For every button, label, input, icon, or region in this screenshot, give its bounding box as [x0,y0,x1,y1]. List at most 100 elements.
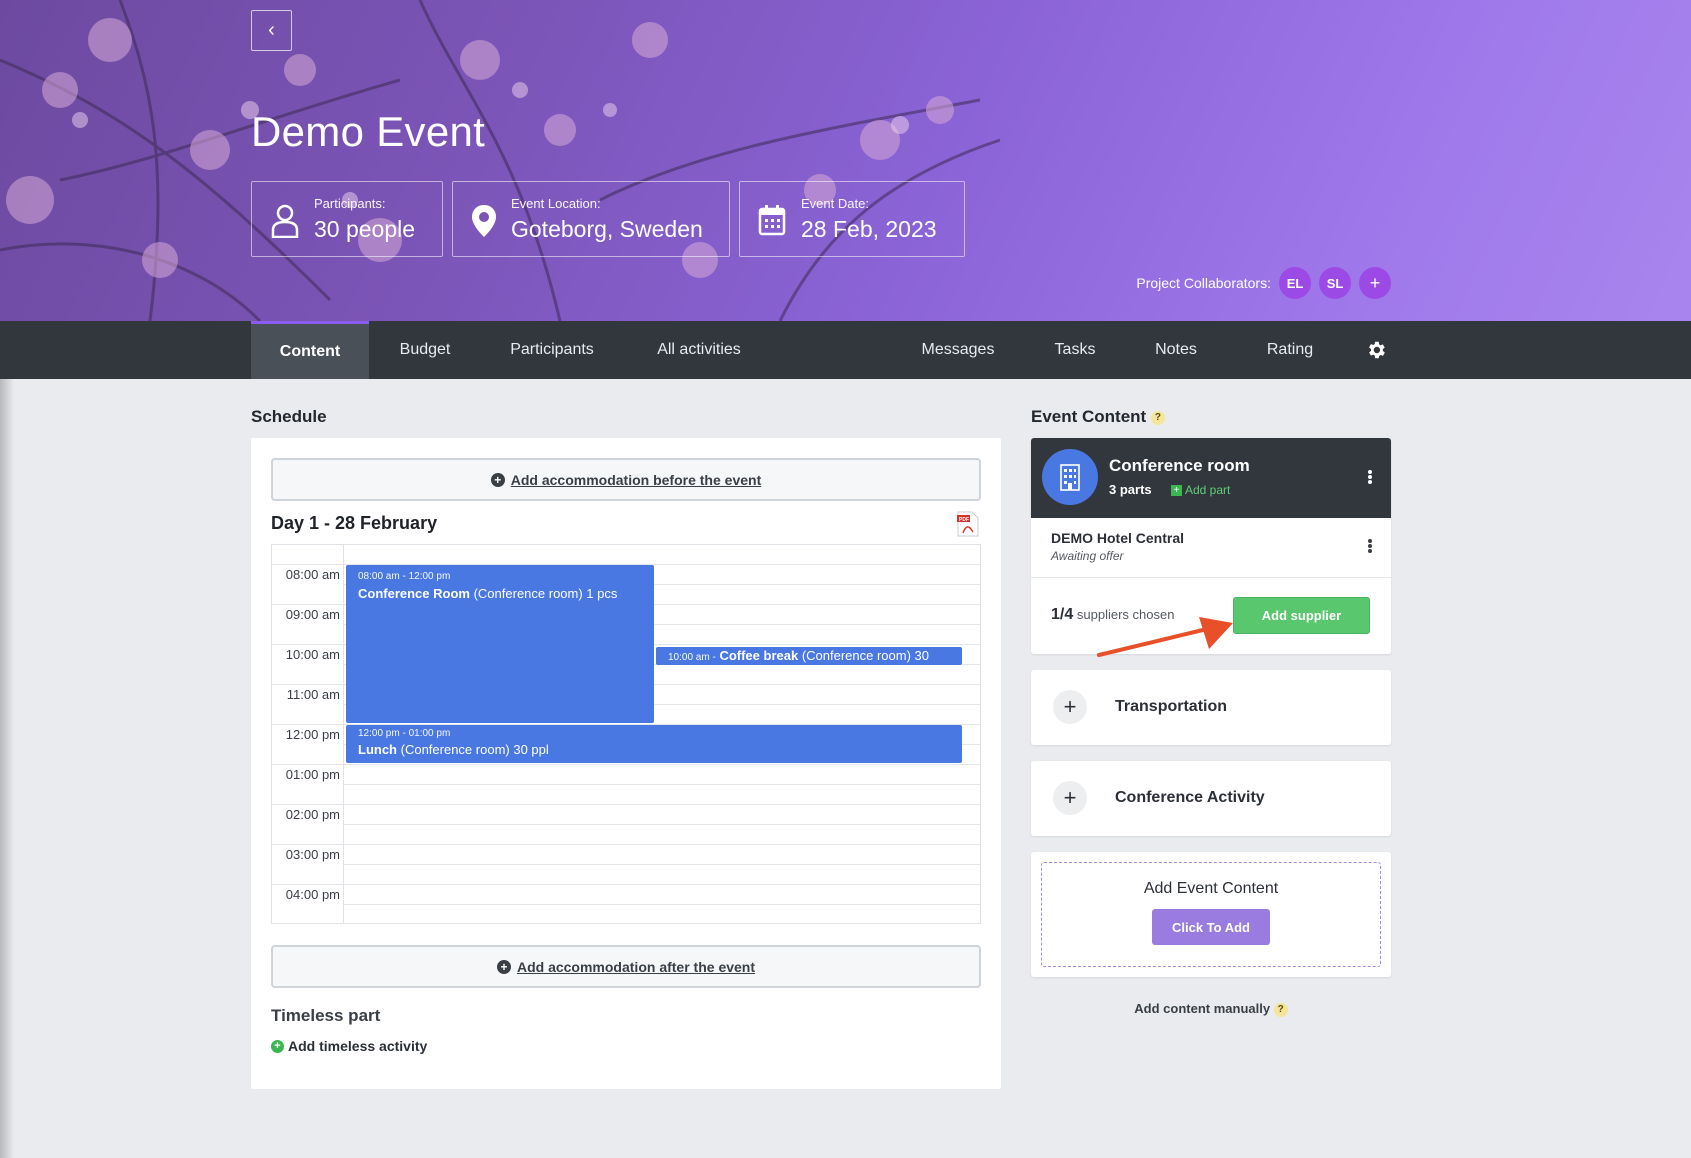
participants-value: 30 people [314,216,416,242]
time-label: 09:00 am [285,607,340,622]
add-collaborator-button[interactable]: + [1359,267,1391,299]
add-event-content-label: Add Event Content [1143,880,1279,897]
help-icon[interactable]: ? [1273,1002,1288,1017]
location-card: Event Location: Goteborg, Sweden [452,181,730,257]
click-to-add-button[interactable]: Click To Add [1152,909,1270,945]
event-name: Lunch [358,742,397,757]
half-hour-line [344,864,980,865]
time-label: 08:00 am [285,567,340,582]
page-edge-shadow [0,379,14,1158]
event-time: 08:00 am - 12:00 pm [358,571,451,582]
date-card: Event Date: 28 Feb, 2023 [739,181,965,257]
location-pin-icon [472,205,496,237]
schedule-panel: + Add accommodation before the event Day… [251,438,1001,1089]
plus-square-icon: + [1171,484,1182,496]
gear-icon [1369,341,1385,359]
time-label: 11:00 am [286,687,340,702]
half-hour-line [344,784,980,785]
event-name: Coffee break [719,648,799,663]
more-options-icon[interactable] [1367,469,1373,487]
calendar-event-coffee-break[interactable]: 10:00 am - Coffee break (Conference room… [656,647,962,665]
tab-all-activities[interactable]: All activities [640,321,758,379]
add-after-label: Add accommodation after the event [516,958,756,975]
add-event-content-card: Add Event Content Click To Add [1031,852,1391,977]
tab-content[interactable]: Content [251,321,369,379]
add-accommodation-before-button[interactable]: + Add accommodation before the event [271,458,981,501]
tab-tasks[interactable]: Tasks [1040,321,1110,379]
tab-messages[interactable]: Messages [906,321,1010,379]
back-button[interactable]: ‹ [251,10,292,51]
event-content-heading: Event Content ? [1031,407,1165,427]
calendar-event-conference-room[interactable]: 08:00 am - 12:00 pm Conference Room (Con… [346,565,654,723]
hour-line [272,844,980,845]
add-timeless-activity-button[interactable]: + Add timeless activity [271,1038,427,1054]
event-detail: (Conference room) 1 pcs [473,586,618,601]
add-manually-label: Add content manually [1134,1001,1271,1016]
content-name: Conference room [1109,456,1250,475]
date-value: 28 Feb, 2023 [801,216,937,242]
project-collaborators: Project Collaborators: EL SL + [1136,267,1391,299]
plus-circle-icon: + [490,472,505,487]
help-icon[interactable]: ? [1150,410,1165,425]
plus-circle-icon: + [271,1039,284,1053]
chevron-left-icon: ‹ [268,19,275,41]
more-options-icon[interactable] [1367,538,1373,556]
page-title: Demo Event [251,108,486,155]
add-part-label: Add part [1185,483,1231,497]
conference-activity-card[interactable]: + Conference Activity [1031,761,1391,836]
add-content-manually-link[interactable]: Add content manually ? [1031,1001,1391,1017]
event-detail: (Conference room) 30 [801,648,929,663]
tab-rating[interactable]: Rating [1248,321,1332,379]
add-part-button[interactable]: + Add part [1171,483,1230,497]
suppliers-count: 1/4 [1051,606,1074,623]
half-hour-line [344,904,980,905]
conference-room-header: Conference room 3 parts + Add part [1031,438,1391,518]
add-timeless-label: Add timeless activity [288,1038,428,1054]
time-label: 12:00 pm [285,727,340,742]
supplier-name: DEMO Hotel Central [1051,530,1185,546]
timeless-part-heading: Timeless part [271,1006,381,1025]
divider [1031,577,1391,578]
date-label: Event Date: [801,196,869,211]
parts-count: 3 parts [1109,482,1152,497]
avatar[interactable]: SL [1319,267,1351,299]
add-accommodation-after-button[interactable]: + Add accommodation after the event [271,945,981,988]
add-supplier-button[interactable]: Add supplier [1233,597,1370,634]
time-label: 03:00 pm [285,847,340,862]
settings-button[interactable] [1360,321,1392,379]
svg-text:PDF: PDF [959,517,969,523]
tab-budget[interactable]: Budget [385,321,465,379]
hour-line [272,804,980,805]
hour-line [272,764,980,765]
time-label: 04:00 pm [285,887,340,902]
pdf-icon[interactable]: PDF [957,511,979,537]
time-label: 02:00 pm [285,807,340,822]
main-nav: Content Budget Participants All activiti… [0,321,1691,379]
add-transportation-button[interactable]: + [1053,690,1087,724]
hour-line [272,884,980,885]
add-before-label: Add accommodation before the event [510,471,762,488]
tab-notes[interactable]: Notes [1137,321,1215,379]
avatar[interactable]: EL [1279,267,1311,299]
calendar-event-lunch[interactable]: 12:00 pm - 01:00 pm Lunch (Conference ro… [346,725,962,763]
event-content-title: Event Content [1031,407,1147,426]
location-label: Event Location: [511,196,601,211]
tab-participants[interactable]: Participants [496,321,608,379]
half-hour-line [344,824,980,825]
time-label: 10:00 am [285,647,340,662]
annotation-arrow-icon [1097,617,1233,657]
event-name: Conference Room [358,586,470,601]
transportation-title: Transportation [1115,698,1228,715]
conference-activity-title: Conference Activity [1115,789,1265,806]
time-column-divider [343,545,344,923]
schedule-heading: Schedule [251,407,327,426]
participants-card: Participants: 30 people [251,181,443,257]
day-title: Day 1 - 28 February [271,513,438,533]
location-value: Goteborg, Sweden [511,216,703,242]
transportation-card[interactable]: + Transportation [1031,670,1391,745]
event-time: 10:00 am - [668,652,716,663]
event-time: 12:00 pm - 01:00 pm [358,728,451,739]
day-calendar: 08:00 am 09:00 am 10:00 am 11:00 am 12:0… [271,544,981,924]
event-detail: (Conference room) 30 ppl [400,742,549,757]
add-conference-activity-button[interactable]: + [1053,781,1087,815]
